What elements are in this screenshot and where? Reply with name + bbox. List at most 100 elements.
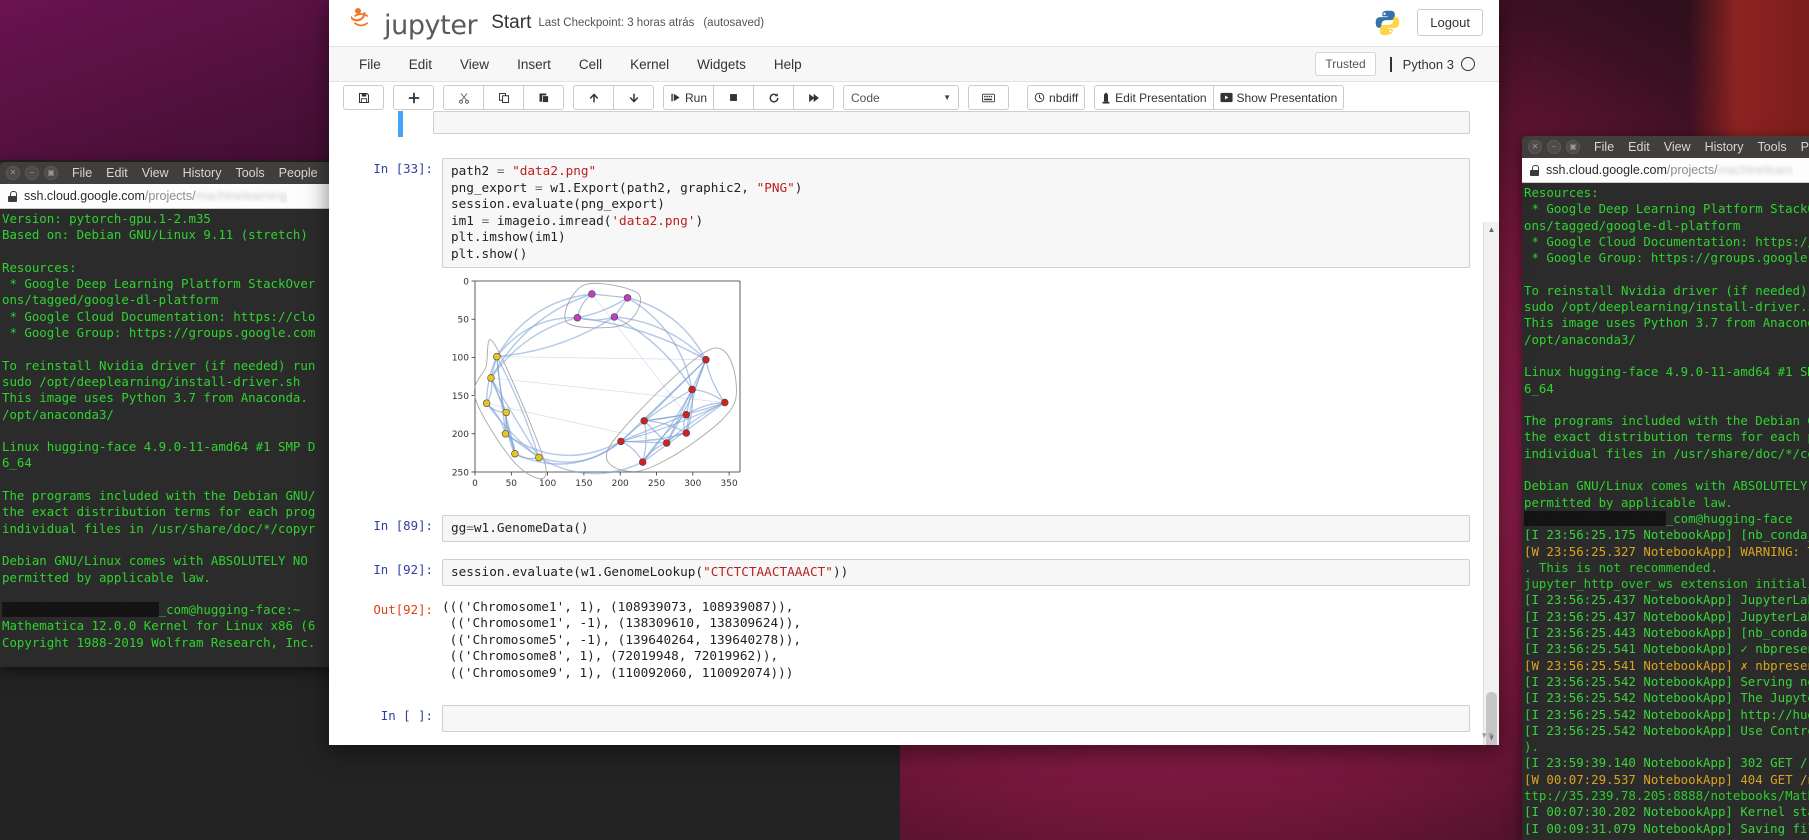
restart-run-all-button[interactable]: [793, 85, 835, 110]
terminal-log-line: ttp://35.239.78.205:8888/notebooks/Math/: [1524, 787, 1809, 803]
graph-node: [511, 449, 519, 457]
right-terminal-menubar[interactable]: File Edit View History Tools People Help: [1594, 140, 1809, 154]
menu-history[interactable]: History: [183, 166, 222, 180]
trusted-badge[interactable]: Trusted: [1315, 52, 1376, 76]
terminal-log-line: [I 23:59:39.140 NotebookApp] 302 GET / (: [1524, 755, 1809, 771]
terminal-line: Linux hugging-face 4.9.0-11-amd64 #1 SMP: [1524, 364, 1809, 380]
save-button[interactable]: [343, 85, 384, 110]
jupyter-menubar[interactable]: File Edit View Insert Cell Kernel Widget…: [329, 46, 1499, 82]
menu-widgets[interactable]: Widgets: [683, 57, 760, 72]
menu-people[interactable]: People: [1801, 140, 1809, 154]
restart-kernel-button[interactable]: [753, 85, 795, 110]
left-terminal-menubar[interactable]: File Edit View History Tools People Help: [72, 166, 357, 180]
minimize-icon[interactable]: −: [25, 166, 39, 180]
right-terminal-output[interactable]: Resources: * Google Deep Learning Platfo…: [1522, 183, 1809, 839]
cut-button[interactable]: [443, 85, 484, 110]
logout-button[interactable]: Logout: [1417, 9, 1483, 36]
keyboard-shortcuts-button[interactable]: [968, 85, 1010, 110]
menu-people[interactable]: People: [279, 166, 318, 180]
jupyter-logo[interactable]: jupyter: [348, 7, 478, 39]
left-terminal-urlbar[interactable]: ssh.cloud.google.com/projects/machinelea…: [0, 184, 346, 209]
move-cell-up-button[interactable]: [573, 85, 614, 110]
terminal-log-line: [W 23:56:25.541 NotebookApp] ✗ nbpresent: [1524, 657, 1809, 673]
notebook-name[interactable]: Start: [491, 12, 531, 34]
notebook-body[interactable]: In [33]: path2 = "data2.png" png_export =…: [329, 111, 1499, 745]
move-cell-down-button[interactable]: [613, 85, 654, 110]
insert-cell-button[interactable]: [393, 85, 434, 110]
menu-tools[interactable]: Tools: [235, 166, 264, 180]
window-resize-handle[interactable]: ▾▾: [1482, 730, 1495, 741]
cell-input-partial[interactable]: [433, 111, 1470, 134]
close-icon[interactable]: ✕: [6, 166, 20, 180]
cell-type-select[interactable]: Code ▼: [843, 85, 960, 110]
left-window-controls[interactable]: ✕ − ▣: [6, 166, 58, 180]
menu-view[interactable]: View: [446, 57, 503, 72]
paste-button[interactable]: [523, 85, 564, 110]
cell-input-89[interactable]: gg=w1.GenomeData(): [442, 514, 1470, 542]
jupyter-header: jupyter Start Last Checkpoint: 3 horas a…: [329, 0, 1499, 46]
kernel-idle-icon: [1461, 57, 1475, 71]
autosaved-label: (autosaved): [703, 16, 765, 29]
notebook-scrollbar[interactable]: ▲ ▼: [1483, 222, 1499, 745]
edit-presentation-button[interactable]: Edit Presentation: [1094, 85, 1214, 110]
notebook-cell-partial[interactable]: [329, 111, 1484, 142]
url-host: ssh.cloud.google.com: [24, 189, 145, 203]
jupyter-notebook-window[interactable]: jupyter Start Last Checkpoint: 3 horas a…: [329, 0, 1499, 745]
terminal-log-line: [I 23:56:25.175 NotebookApp] [nb_conda_k: [1524, 527, 1809, 543]
left-terminal-window[interactable]: ✕ − ▣ File Edit View History Tools Peopl…: [0, 162, 357, 667]
run-button[interactable]: Run: [663, 85, 715, 110]
terminal-log-line: . This is not recommended.: [1524, 559, 1718, 575]
interrupt-kernel-button[interactable]: [713, 85, 755, 110]
cell-input-empty-1[interactable]: [442, 704, 1470, 732]
terminal-line: sudo /opt/deeplearning/install-driver.sh: [2, 373, 301, 389]
notebook-cell-33[interactable]: In [33]: path2 = "data2.png" png_export =…: [329, 142, 1484, 273]
right-terminal-window[interactable]: ✕ − ▣ File Edit View History Tools Peopl…: [1522, 136, 1809, 840]
menu-insert[interactable]: Insert: [503, 57, 565, 72]
menu-view[interactable]: View: [142, 166, 169, 180]
menu-history[interactable]: History: [1705, 140, 1744, 154]
code-line: plt.show(): [451, 245, 528, 261]
notebook-cell-empty-2[interactable]: In [ ]:: [329, 737, 1484, 745]
terminal-log-line: [I 23:56:25.542 NotebookApp] Serving not: [1524, 673, 1809, 689]
cell-prompt-89: In [89]:: [373, 517, 433, 533]
close-icon[interactable]: ✕: [1528, 140, 1542, 154]
menu-file[interactable]: File: [1594, 140, 1614, 154]
menu-file[interactable]: File: [345, 57, 395, 72]
minimize-icon[interactable]: −: [1547, 140, 1561, 154]
menu-help[interactable]: Help: [760, 57, 816, 72]
right-terminal-titlebar[interactable]: ✕ − ▣ File Edit View History Tools Peopl…: [1522, 136, 1809, 158]
menu-edit[interactable]: Edit: [395, 57, 446, 72]
cell-input-33[interactable]: path2 = "data2.png" png_export = w1.Expor…: [442, 158, 1470, 268]
y-tick-label: 250: [452, 468, 469, 478]
right-terminal-urlbar[interactable]: ssh.cloud.google.com/projects/machinelea…: [1522, 158, 1809, 183]
cell-image-output-33: 0 50 100 150 200 250 300 350 0 50 100 150 200 250: [329, 272, 1484, 503]
copy-button[interactable]: [483, 85, 524, 110]
menu-edit[interactable]: Edit: [1628, 140, 1650, 154]
kernel-indicator[interactable]: Python 3: [1389, 56, 1475, 72]
menu-kernel[interactable]: Kernel: [616, 57, 683, 72]
left-terminal-output[interactable]: Version: pytorch-gpu.1-2.m35 Based on: De…: [0, 209, 346, 666]
notebook-cell-empty-1[interactable]: In [ ]:: [329, 687, 1484, 737]
right-window-controls[interactable]: ✕ − ▣: [1528, 140, 1580, 154]
nbdiff-button[interactable]: nbdiff: [1027, 85, 1086, 110]
menu-file[interactable]: File: [72, 166, 92, 180]
output-line: ((('Chromosome1', 1), (108939073, 108939…: [442, 598, 794, 614]
menu-cell[interactable]: Cell: [565, 57, 616, 72]
menu-edit[interactable]: Edit: [106, 166, 128, 180]
menu-tools[interactable]: Tools: [1757, 140, 1786, 154]
jupyter-logo-icon: [348, 7, 381, 39]
notebook-cell-89[interactable]: In [89]: gg=w1.GenomeData(): [329, 503, 1484, 547]
terminal-line: Debian GNU/Linux comes with ABSOLUTELY N…: [2, 553, 308, 569]
maximize-icon[interactable]: ▣: [1566, 140, 1580, 154]
cell-input-92[interactable]: session.evaluate(w1.GenomeLookup("CTCTCT…: [442, 558, 1470, 586]
python-logo-icon: [1374, 9, 1401, 36]
show-presentation-button[interactable]: Show Presentation: [1212, 85, 1345, 110]
terminal-log-line: [I 23:56:25.437 NotebookApp] JupyterLab: [1524, 608, 1809, 624]
notebook-scroll-area[interactable]: In [33]: path2 = "data2.png" png_export =…: [329, 111, 1484, 745]
left-terminal-titlebar[interactable]: ✕ − ▣ File Edit View History Tools Peopl…: [0, 162, 357, 184]
menu-view[interactable]: View: [1664, 140, 1691, 154]
notebook-cell-92[interactable]: In [92]: session.evaluate(w1.GenomeLooku…: [329, 547, 1484, 591]
scroll-up-arrow-icon[interactable]: ▲: [1484, 222, 1499, 237]
maximize-icon[interactable]: ▣: [44, 166, 58, 180]
jupyter-toolbar[interactable]: Run Code ▼ nbdiff Edit Presentation Show…: [329, 82, 1499, 114]
